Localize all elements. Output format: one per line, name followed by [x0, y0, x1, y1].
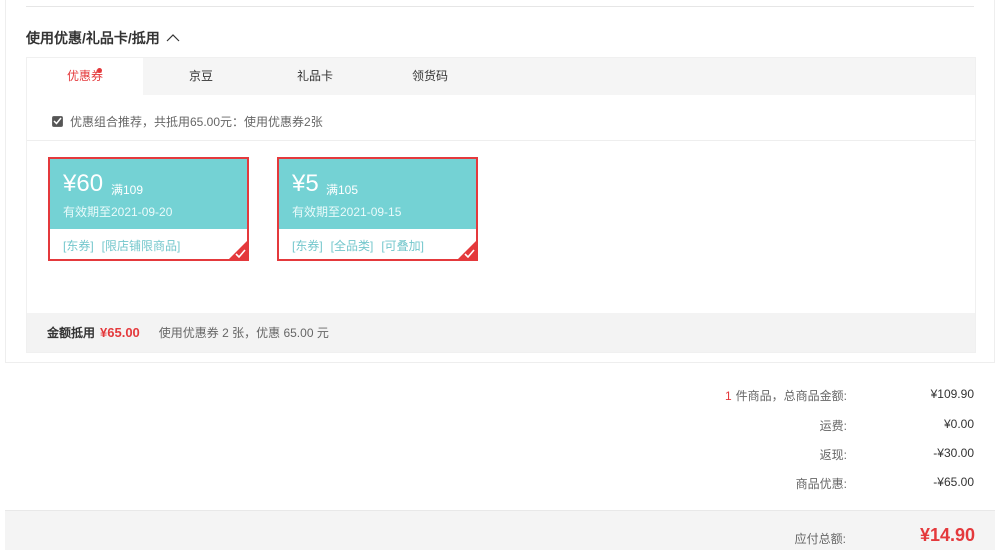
- coupon-condition: 满105: [326, 183, 359, 197]
- discount-summary-bar: 金额抵用 ¥65.00 使用优惠券 2 张，优惠 65.00 元: [27, 313, 975, 352]
- section-title: 使用优惠/礼品卡/抵用: [26, 30, 160, 46]
- coupon-card[interactable]: ¥60 满109 有效期至2021-09-20 [东券] [限店铺限商品]: [48, 157, 249, 261]
- tab-redeem-code[interactable]: 领货码: [372, 58, 488, 95]
- coupon-tags: [东券] [全品类] [可叠加]: [292, 237, 424, 254]
- discount-value: -¥65.00: [933, 475, 974, 489]
- coupon-condition: 满109: [111, 183, 144, 197]
- tab-bar: 优惠券 京豆 礼品卡 领货码: [27, 58, 975, 95]
- discount-row: 商品优惠: -¥65.00: [547, 475, 974, 491]
- coupon-amount: ¥5: [292, 170, 319, 197]
- tab-gift-card[interactable]: 礼品卡: [257, 58, 373, 95]
- recommend-checkbox[interactable]: [52, 115, 63, 127]
- cashback-value: -¥30.00: [933, 446, 974, 460]
- coupon-face: ¥5 满105 有效期至2021-09-15: [279, 159, 476, 229]
- items-count: 1: [724, 389, 732, 403]
- payable-label: 应付总额:: [794, 532, 846, 546]
- coupon-tag: [东券]: [292, 239, 323, 253]
- chevron-up-icon: [166, 34, 180, 42]
- summary-detail: 使用优惠券 2 张，优惠 65.00 元: [158, 326, 329, 340]
- shipping-label: 运费:: [819, 419, 847, 433]
- coupon-amount: ¥60: [63, 170, 104, 197]
- discount-label: 商品优惠:: [795, 477, 847, 491]
- coupon-tag: [东券]: [63, 239, 94, 253]
- coupon-panel: 优惠券 京豆 礼品卡 领货码 优惠组合推荐，共抵用65.00元：使用优惠券2张 …: [26, 57, 976, 353]
- items-total-label: 1 件商品，总商品金额:: [547, 387, 847, 403]
- items-total-value: ¥109.90: [930, 387, 974, 401]
- tab-label: 京豆: [188, 69, 213, 83]
- coupon-tags: [东券] [限店铺限商品]: [63, 237, 180, 254]
- cashback-row: 返现: -¥30.00: [547, 446, 974, 462]
- coupon-tag: [全品类]: [330, 239, 374, 253]
- section-divider: [26, 6, 974, 7]
- coupon-tag: [可叠加]: [381, 239, 425, 253]
- summary-label: 金额抵用: [47, 326, 96, 340]
- discount-section-toggle[interactable]: 使用优惠/礼品卡/抵用: [26, 29, 180, 47]
- shipping-value: ¥0.00: [943, 417, 974, 431]
- recommend-text: 优惠组合推荐，共抵用65.00元：使用优惠券2张: [70, 114, 323, 129]
- summary-amount: ¥65.00: [100, 325, 140, 340]
- coupon-face: ¥60 满109 有效期至2021-09-20: [50, 159, 247, 229]
- tab-label: 领货码: [411, 69, 448, 83]
- tab-jingdou[interactable]: 京豆: [143, 58, 259, 95]
- shipping-row: 运费: ¥0.00: [547, 417, 974, 433]
- items-label-text: 件商品，总商品金额:: [735, 389, 847, 403]
- items-total-row: 1 件商品，总商品金额: ¥109.90: [547, 387, 974, 403]
- check-icon: [53, 117, 62, 125]
- panel-divider: [27, 140, 975, 141]
- coupon-card[interactable]: ¥5 满105 有效期至2021-09-15 [东券] [全品类] [可叠加]: [277, 157, 478, 261]
- coupon-validity: 有效期至2021-09-15: [292, 205, 402, 219]
- checkmark-icon: [464, 249, 475, 258]
- recommend-row: 优惠组合推荐，共抵用65.00元：使用优惠券2张: [52, 113, 323, 129]
- cashback-label: 返现:: [819, 448, 847, 462]
- tab-coupons[interactable]: 优惠券: [27, 58, 143, 95]
- payable-amount: ¥14.90: [919, 525, 975, 545]
- coupon-validity: 有效期至2021-09-20: [63, 205, 173, 219]
- coupon-tag: [限店铺限商品]: [101, 239, 181, 253]
- checkmark-icon: [235, 249, 246, 258]
- notification-dot: [97, 68, 102, 73]
- payable-bar: 应付总额: ¥14.90: [5, 510, 995, 550]
- tab-label: 礼品卡: [296, 69, 333, 83]
